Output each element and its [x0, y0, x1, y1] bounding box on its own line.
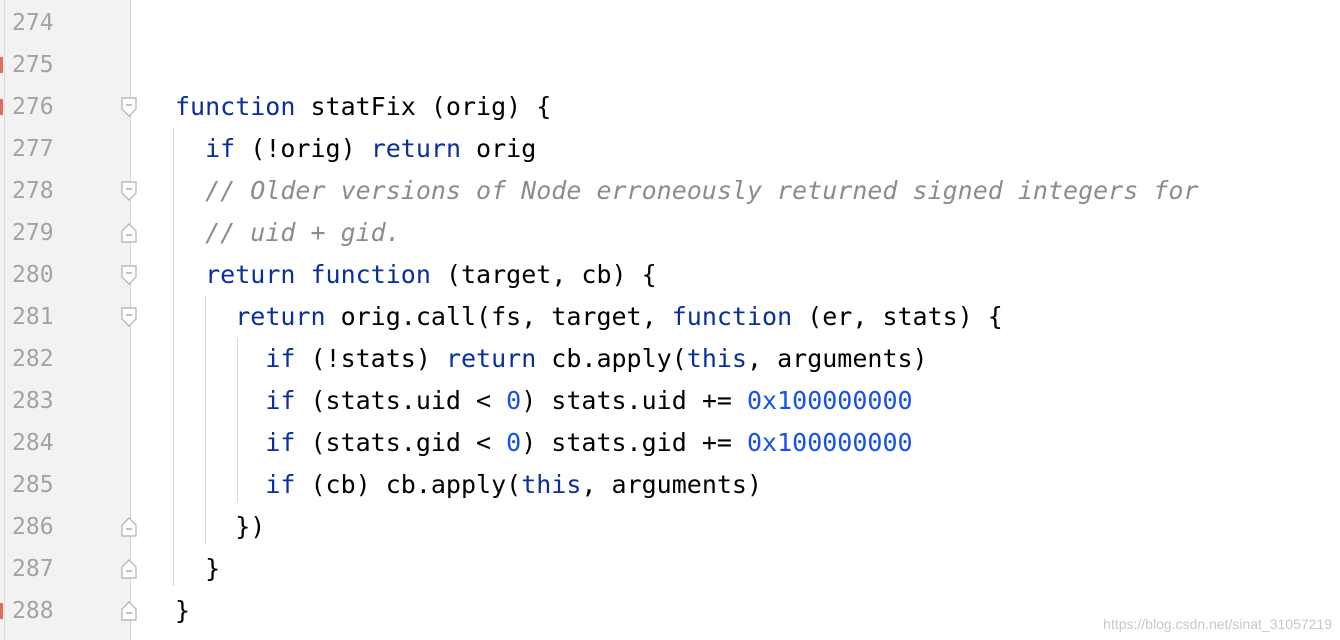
code-token: , arguments) [581, 470, 763, 499]
line-number[interactable]: 287 [12, 548, 72, 590]
line-number[interactable]: 276 [12, 86, 72, 128]
comment-token: // uid + gid. [205, 218, 401, 247]
watermark: https://blog.csdn.net/sinat_31057219 [1103, 616, 1332, 632]
line-number[interactable]: 278 [12, 170, 72, 212]
keyword-token: if [265, 386, 296, 415]
code-token: orig.call(fs, target, [325, 302, 672, 331]
gutter-edge [4, 0, 5, 640]
fold-collapse-icon[interactable] [120, 264, 138, 286]
indent-guide [236, 338, 238, 502]
change-marker [0, 99, 3, 115]
comment-token: // Older versions of Node erroneously re… [205, 176, 1199, 205]
code-line[interactable]: if (!stats) return cb.apply(this, argume… [175, 338, 1340, 380]
line-number[interactable]: 274 [12, 2, 72, 44]
keyword-token: function [671, 302, 793, 331]
change-marker [0, 57, 3, 73]
fold-collapse-icon[interactable] [120, 96, 138, 118]
line-number[interactable]: 288 [12, 590, 72, 632]
keyword-token: if [265, 344, 296, 373]
code-line[interactable]: }) [175, 506, 1340, 548]
keyword-token: if [265, 428, 296, 457]
line-number[interactable]: 280 [12, 254, 72, 296]
line-number[interactable]: 281 [12, 296, 72, 338]
line-number[interactable]: 279 [12, 212, 72, 254]
code-line[interactable]: return orig.call(fs, target, function (e… [175, 296, 1340, 338]
code-token: (er, stats) { [792, 302, 1003, 331]
code-token: ) stats.gid += [521, 428, 747, 457]
code-line[interactable]: if (cb) cb.apply(this, arguments) [175, 464, 1340, 506]
code-token: orig [461, 134, 537, 163]
keyword-token: return [370, 134, 461, 163]
keyword-token: return [445, 344, 537, 373]
keyword-token: function [175, 92, 296, 121]
line-number[interactable]: 283 [12, 380, 72, 422]
line-number[interactable]: 285 [12, 464, 72, 506]
code-token: statFix (orig) { [295, 92, 552, 121]
indent-guide [173, 128, 174, 586]
indent-guide [204, 296, 206, 544]
code-token: } [175, 596, 191, 625]
change-marker [0, 603, 3, 619]
code-line[interactable]: function statFix (orig) { [175, 86, 1340, 128]
fold-collapse-icon[interactable] [120, 180, 138, 202]
fold-end-icon[interactable] [120, 600, 138, 622]
fold-end-icon[interactable] [120, 516, 138, 538]
keyword-token: return [205, 260, 296, 289]
fold-end-icon[interactable] [120, 558, 138, 580]
line-number[interactable]: 277 [12, 128, 72, 170]
keyword-token: return [235, 302, 326, 331]
code-token: (cb) cb.apply( [295, 470, 522, 499]
code-token: , arguments) [746, 344, 928, 373]
code-token: cb.apply( [536, 344, 687, 373]
line-number[interactable]: 284 [12, 422, 72, 464]
keyword-token: function [310, 260, 431, 289]
code-line[interactable] [175, 2, 1340, 44]
keyword-token: if [205, 134, 236, 163]
fold-collapse-icon[interactable] [120, 306, 138, 328]
line-number[interactable]: 275 [12, 44, 72, 86]
code-token: (stats.uid < [295, 386, 507, 415]
number-token: 0x100000000 [746, 428, 913, 457]
code-token: (target, cb) { [430, 260, 657, 289]
number-token: 0 [506, 386, 522, 415]
code-line[interactable]: // uid + gid. [175, 212, 1340, 254]
number-token: 0x100000000 [746, 386, 913, 415]
code-line[interactable]: return function (target, cb) { [175, 254, 1340, 296]
code-token: }) [175, 512, 266, 541]
number-token: 0 [506, 428, 522, 457]
line-number[interactable]: 282 [12, 338, 72, 380]
line-number[interactable]: 286 [12, 506, 72, 548]
code-line[interactable]: if (stats.uid < 0) stats.uid += 0x100000… [175, 380, 1340, 422]
code-line[interactable]: } [175, 548, 1340, 590]
code-line[interactable]: if (stats.gid < 0) stats.gid += 0x100000… [175, 422, 1340, 464]
code-token: (!stats) [295, 344, 446, 373]
code-token: (!orig) [235, 134, 371, 163]
keyword-token: if [265, 470, 296, 499]
fold-end-icon[interactable] [120, 222, 138, 244]
code-token: ) stats.uid += [521, 386, 747, 415]
keyword-token: this [686, 344, 747, 373]
keyword-token: this [521, 470, 582, 499]
code-line[interactable]: // Older versions of Node erroneously re… [175, 170, 1340, 212]
code-token: } [175, 554, 221, 583]
code-token: (stats.gid < [295, 428, 507, 457]
code-line[interactable] [175, 44, 1340, 86]
code-line[interactable]: if (!orig) return orig [175, 128, 1340, 170]
